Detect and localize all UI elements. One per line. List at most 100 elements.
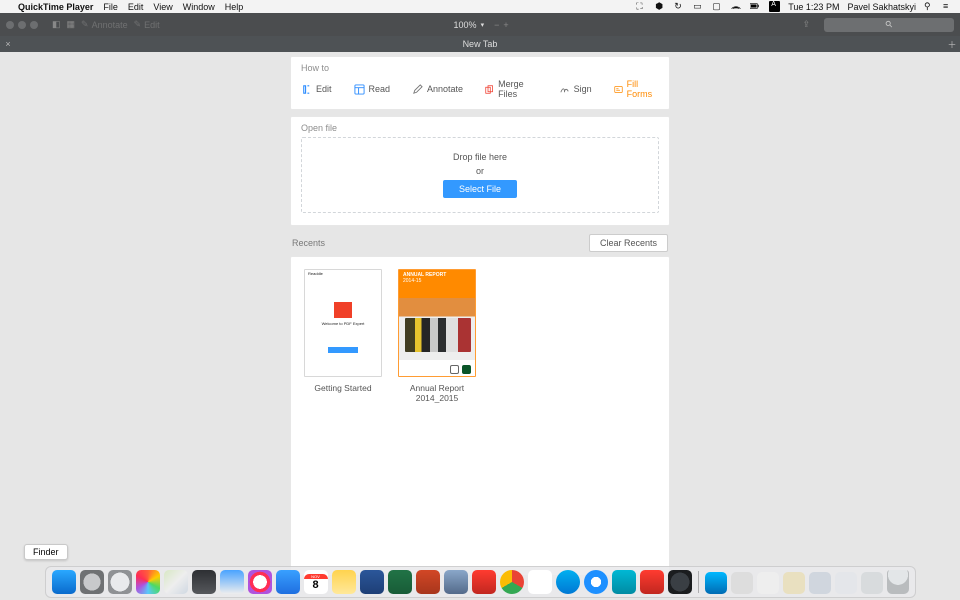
recent-doc[interactable]: ANNUAL REPORT 2014-15 Annual Report 2014… [397, 269, 477, 403]
menu-help[interactable]: Help [225, 2, 244, 12]
dock-app-system-preferences[interactable] [80, 570, 104, 594]
thumb-caption: Welcome to PDF Expert [322, 321, 365, 326]
dock-app-r6[interactable] [861, 572, 883, 594]
battery-icon[interactable] [750, 1, 761, 12]
tab-add-icon[interactable]: ＋ [944, 38, 960, 51]
howto-sign[interactable]: Sign [559, 84, 592, 95]
dock-app-pdf-expert[interactable] [472, 570, 496, 594]
tab-close-icon[interactable]: × [0, 39, 16, 49]
pdf-logo-icon [334, 302, 352, 318]
doc-thumbnail: ANNUAL REPORT 2014-15 [398, 269, 476, 377]
drop-zone[interactable]: Drop file here or Select File [301, 137, 659, 213]
dock-app-itunes[interactable] [248, 570, 272, 594]
menu-file[interactable]: File [103, 2, 118, 12]
dropbox-icon[interactable]: ⬢ [655, 1, 666, 12]
merge-icon [485, 84, 494, 95]
tab-title[interactable]: New Tab [16, 39, 944, 49]
dock-app-pdf-expert-alt[interactable] [640, 570, 664, 594]
dock-app-mission-control[interactable] [192, 570, 216, 594]
howto-annotate[interactable]: Annotate [412, 84, 463, 95]
dock-tooltip: Finder [24, 544, 68, 560]
spotlight-icon[interactable]: ⚲ [924, 1, 935, 12]
drop-or: or [476, 166, 484, 176]
dock-app-word[interactable] [360, 570, 384, 594]
form-icon [614, 84, 623, 95]
dock-app-launchpad[interactable] [108, 570, 132, 594]
dock-app-photos[interactable] [136, 570, 160, 594]
howto-edit[interactable]: Edit [301, 84, 332, 95]
menubar-clock[interactable]: Tue 1:23 PM [788, 2, 839, 12]
macos-menubar: QuickTime Player File Edit View Window H… [0, 0, 960, 13]
dock-app-excel[interactable] [388, 570, 412, 594]
screen-icon[interactable]: ⛶ [636, 1, 647, 12]
dock-app-finder[interactable] [52, 570, 76, 594]
howto-read[interactable]: Read [354, 84, 391, 95]
thumbnails-toggle-icon[interactable]: ▦ [67, 19, 76, 30]
zoom-control[interactable]: 100% ▾ − + [454, 20, 509, 30]
menu-window[interactable]: Window [183, 2, 215, 12]
recent-doc[interactable]: Readdle Welcome to PDF Expert Getting St… [303, 269, 383, 393]
howto-merge[interactable]: Merge Files [485, 79, 537, 99]
thumb-subtitle: 2014-15 [403, 279, 471, 285]
menu-edit[interactable]: Edit [128, 2, 144, 12]
airplay-icon[interactable]: ▢ [712, 1, 723, 12]
search-input[interactable]: ⚲ [824, 18, 954, 32]
tab-bar: × New Tab ＋ [0, 36, 960, 52]
menubar-user[interactable]: Pavel Sakhatskyi [847, 2, 916, 12]
dock-app-r5[interactable] [835, 572, 857, 594]
toolbar-edit[interactable]: ✎ Edit [134, 19, 160, 30]
dock-app-generic1[interactable] [444, 570, 468, 594]
toolbar-edit-label: Edit [144, 20, 160, 30]
wifi-icon[interactable] [731, 1, 742, 12]
dock-app-preview[interactable] [220, 570, 244, 594]
dock-app-maps[interactable] [164, 570, 188, 594]
menu-view[interactable]: View [153, 2, 172, 12]
dock-app-app-store[interactable] [276, 570, 300, 594]
text-cursor-icon [301, 84, 312, 95]
dock-app-r3[interactable] [783, 572, 805, 594]
dock-app-r2[interactable] [757, 572, 779, 594]
select-file-button[interactable]: Select File [443, 180, 517, 198]
dock-app-quicktime[interactable] [668, 570, 692, 594]
howto-title: How to [301, 63, 659, 73]
pencil-icon [412, 84, 423, 95]
sync-icon[interactable]: ↻ [674, 1, 685, 12]
dock-trash-icon[interactable] [887, 570, 909, 594]
dock-app-powerpoint[interactable] [416, 570, 440, 594]
window-controls[interactable] [6, 21, 38, 29]
thumb-header: Readdle [305, 270, 381, 278]
doc-label: Annual Report 2014_2015 [397, 383, 477, 403]
open-file-panel: Open file Drop file here or Select File [290, 116, 670, 226]
howto-fill-forms[interactable]: Fill Forms [614, 79, 659, 99]
toolbar-annotate-label: Annotate [92, 20, 128, 30]
dock-app-skype[interactable] [556, 570, 580, 594]
keyboard-layout-icon[interactable]: A [769, 1, 780, 12]
dock-app-calendar[interactable]: NOV8 [304, 570, 328, 594]
open-file-title: Open file [301, 123, 659, 133]
dock-app-notes[interactable] [332, 570, 356, 594]
toolbar-annotate[interactable]: ✎ Annotate [81, 19, 128, 30]
recents-header: Recents Clear Recents [292, 234, 668, 252]
dock-app-r1[interactable] [731, 572, 753, 594]
app-name[interactable]: QuickTime Player [18, 2, 93, 12]
edit-icon: ✎ [134, 19, 142, 30]
clear-recents-button[interactable]: Clear Recents [589, 234, 668, 252]
zoom-in-icon[interactable]: + [503, 20, 508, 30]
recents-grid: Readdle Welcome to PDF Expert Getting St… [290, 256, 670, 576]
dock-app-chrome[interactable] [500, 570, 524, 594]
dock-app-app-teal[interactable] [612, 570, 636, 594]
dock-app-slack[interactable] [528, 570, 552, 594]
macos-dock: NOV8 [45, 566, 916, 598]
dock-app-r4[interactable] [809, 572, 831, 594]
sidebar-toggle-icon[interactable]: ◧ [52, 19, 61, 30]
workspace: How to Edit Read Annotate Merge Files [0, 52, 960, 560]
zoom-out-icon[interactable]: − [494, 20, 499, 30]
dock-app-spark[interactable] [705, 572, 727, 594]
display-icon[interactable]: ▭ [693, 1, 704, 12]
share-icon[interactable]: ⇪ [802, 19, 810, 30]
sign-icon [559, 84, 570, 95]
notifications-icon[interactable]: ≡ [943, 1, 954, 12]
thumb-cover-image [399, 298, 475, 360]
doc-label: Getting Started [314, 383, 371, 393]
dock-app-safari[interactable] [584, 570, 608, 594]
